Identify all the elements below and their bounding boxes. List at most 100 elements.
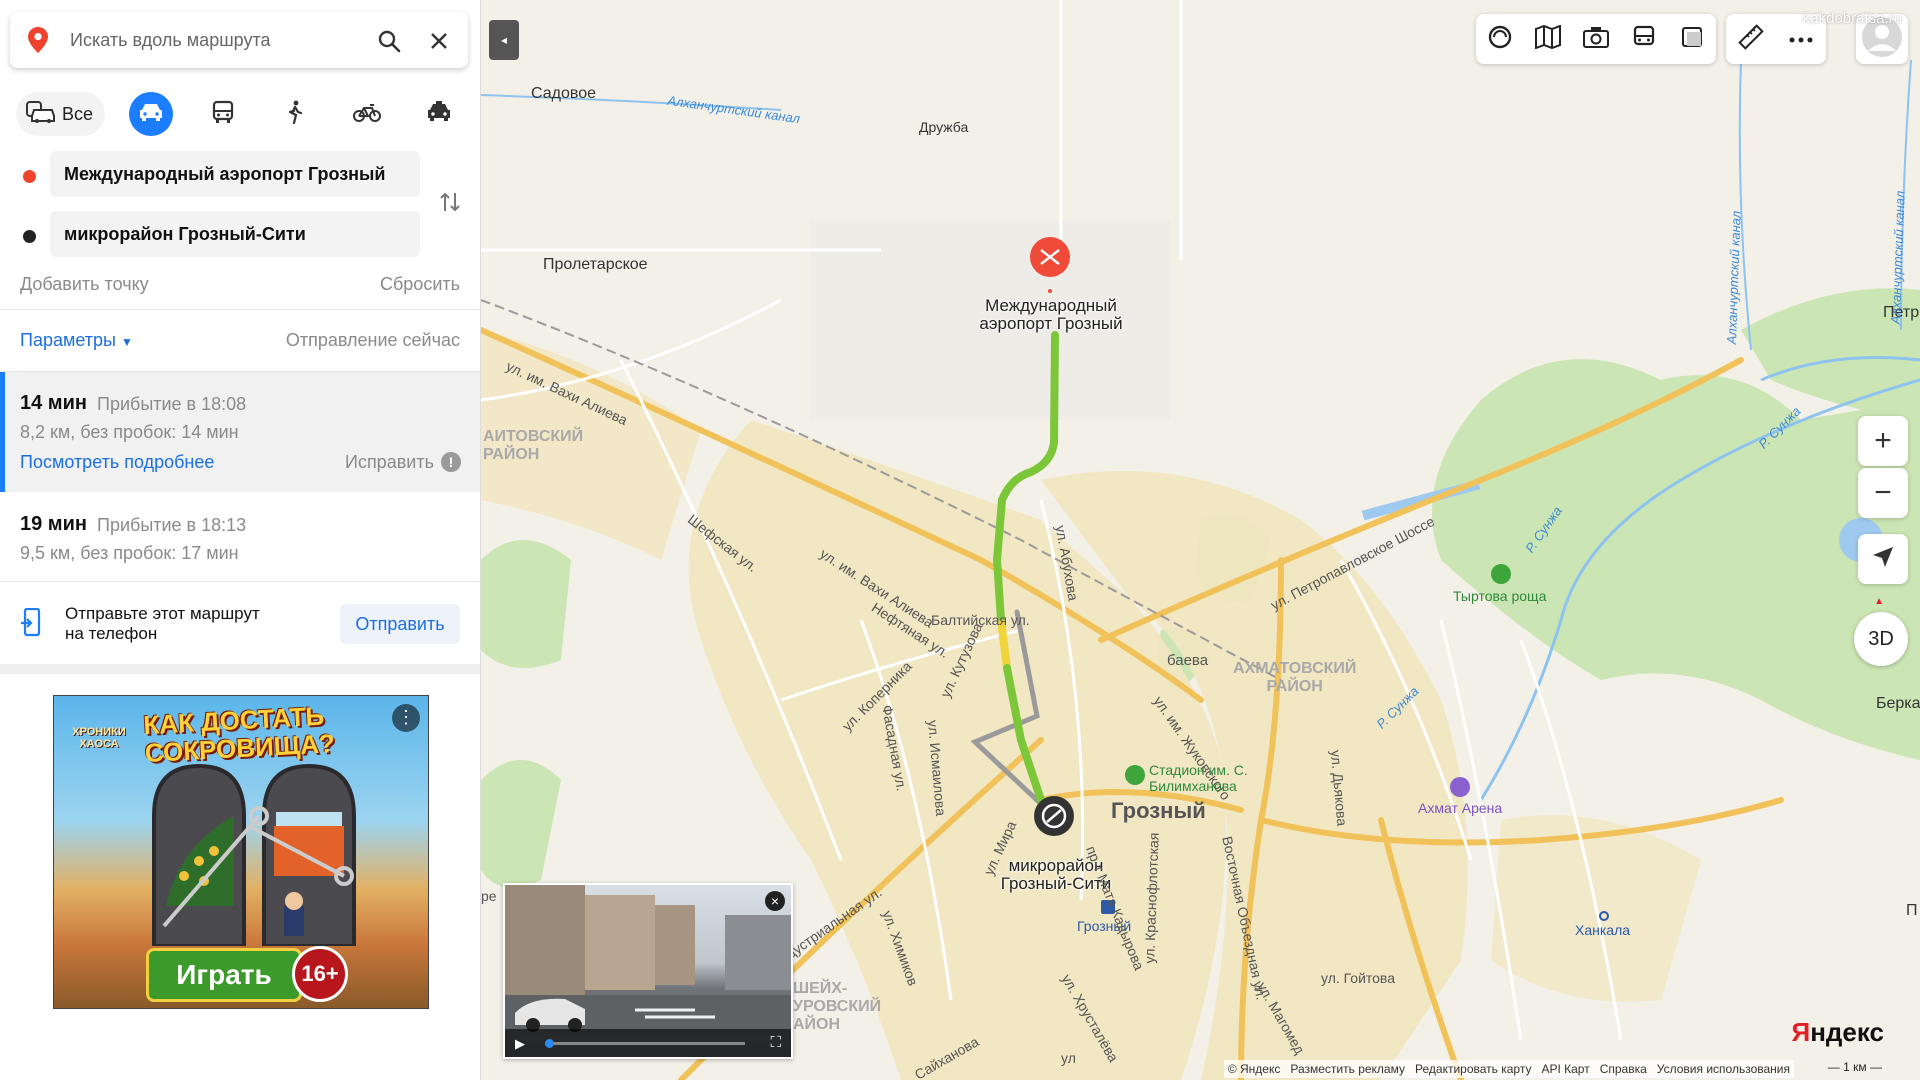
layers-button[interactable]: [1668, 14, 1716, 64]
divider: [0, 309, 480, 310]
bus-icon: [1633, 25, 1655, 54]
add-point-button[interactable]: Добавить точку: [20, 274, 149, 295]
district-label: АИТОВСКИЙ РАЙОН: [483, 428, 584, 463]
map-type-button[interactable]: [1524, 14, 1572, 64]
zoom-in-button[interactable]: +: [1858, 416, 1908, 466]
phone-icon: [20, 607, 42, 643]
ruler-button[interactable]: [1726, 14, 1776, 64]
alert-icon: !: [441, 452, 461, 472]
route-duration: 19 мин: [20, 513, 87, 535]
route-panel: Все Международный аэр: [0, 0, 481, 1080]
route-distance: 9,5 км, без пробок: 17 мин: [20, 543, 239, 563]
edit-map-link[interactable]: Редактировать карту: [1415, 1062, 1531, 1076]
bicycle-icon: [353, 102, 382, 127]
video-controls: ▶ ⛶: [505, 1029, 791, 1057]
mode-all-label: Все: [62, 103, 94, 124]
collapse-panel-button[interactable]: ◂: [489, 20, 519, 60]
panorama-button[interactable]: [1572, 14, 1620, 64]
route-arrival: Прибытие в 18:08: [97, 394, 247, 414]
route-distance: 8,2 км, без пробок: 14 мин: [20, 422, 239, 442]
map-canvas[interactable]: Садовое Дружба Пролетарское Международны…: [481, 0, 1920, 1080]
car-icon: [138, 101, 164, 128]
route-arrival: Прибытие в 18:13: [97, 515, 247, 535]
place-label: Пролетарское: [543, 256, 648, 273]
close-icon[interactable]: [424, 26, 454, 56]
ruler-icon: [1738, 23, 1764, 55]
street-label: ул. Гойтова: [1321, 970, 1395, 986]
send-text-line2: на телефон: [65, 624, 158, 643]
destination-dot-icon: [23, 230, 36, 243]
place-label: Дружба: [919, 119, 969, 135]
map-footer: © Яндекс Разместить рекламу Редактироват…: [1223, 1060, 1794, 1078]
age-rating-badge: 16+: [292, 946, 348, 1002]
section-separator: [0, 664, 480, 674]
multimodal-icon: [26, 100, 56, 129]
mode-transit-button[interactable]: [201, 92, 245, 136]
zoom-out-button[interactable]: −: [1858, 468, 1908, 518]
close-video-button[interactable]: ×: [765, 891, 785, 911]
departure-time-selector[interactable]: Отправление сейчас: [286, 330, 460, 351]
video-progress-handle[interactable]: [545, 1039, 554, 1048]
reset-button[interactable]: Сбросить: [380, 274, 460, 295]
street-label: баева: [1167, 652, 1209, 669]
my-location-button[interactable]: [1858, 534, 1908, 584]
3d-toggle-button[interactable]: 3D: [1854, 612, 1908, 666]
airport-label: Международный аэропорт Грозный: [951, 297, 1151, 333]
airport-label-line2: аэропорт Грозный: [979, 314, 1123, 333]
more-horizontal-icon: [1789, 30, 1813, 48]
help-link[interactable]: Справка: [1600, 1062, 1647, 1076]
report-route-link[interactable]: Исправить: [345, 452, 434, 473]
search-icon[interactable]: [374, 26, 404, 56]
send-to-phone-section: Отправьте этот маршрут на телефон Отправ…: [0, 582, 480, 662]
destination-field[interactable]: микрорайон Грозный-Сити: [50, 211, 420, 257]
chevron-down-icon: ▼: [120, 335, 133, 349]
stadium-label: Стадион им. С. Билимханова: [1149, 762, 1248, 794]
send-route-button[interactable]: Отправить: [340, 604, 460, 644]
district-label: ШЕЙХ- УРОВСКИЙ АЙОН: [793, 980, 882, 1033]
route-search-input[interactable]: [68, 24, 352, 56]
mode-car-button[interactable]: [129, 92, 174, 136]
ad-brand-logo: ХРОНИКИ ХАОСА: [72, 726, 126, 750]
ad-play-button[interactable]: Играть: [146, 948, 302, 1002]
map-scale: — 1 км —: [1827, 1060, 1882, 1074]
traffic-layer-button[interactable]: [1476, 14, 1524, 64]
terms-link[interactable]: Условия использования: [1657, 1062, 1790, 1076]
park-label: Тыртова роща: [1453, 588, 1547, 604]
transit-layer-button[interactable]: [1620, 14, 1668, 64]
route-option-2[interactable]: 19 мин Прибытие в 18:13 9,5 км, без проб…: [0, 493, 480, 581]
place-label: Ханкала: [1575, 922, 1631, 938]
route-option-1[interactable]: 14 мин Прибытие в 18:08 8,2 км, без проб…: [0, 372, 480, 492]
map-layers-toolbar: [1476, 14, 1716, 64]
fullscreen-icon[interactable]: ⛶: [770, 1034, 781, 1051]
route-duration: 14 мин: [20, 392, 87, 414]
origin-field[interactable]: Международный аэропорт Грозный: [50, 151, 420, 197]
ad-game-illustration: [152, 763, 356, 946]
parameters-label: Параметры: [20, 330, 116, 350]
advertisement-banner[interactable]: ХРОНИКИ ХАОСА КАК ДОСТАТЬ СОКРОВИЩА? ⋮ И…: [53, 695, 429, 1009]
more-options-icon[interactable]: ⋮: [392, 704, 420, 732]
district-label: АХМАТОВСКИЙ РАЙОН: [1233, 660, 1357, 695]
mode-bicycle-button[interactable]: [345, 92, 389, 136]
pedestrian-icon: [286, 100, 304, 129]
api-link[interactable]: API Карт: [1541, 1062, 1589, 1076]
navigation-arrow-icon: [1872, 542, 1894, 576]
compass-north-icon: ▲: [1874, 596, 1884, 607]
mode-all-button[interactable]: Все: [16, 92, 106, 136]
play-icon[interactable]: ▶: [515, 1036, 525, 1052]
mode-walk-button[interactable]: [273, 92, 317, 136]
watermark: kakdobratsa.ru: [1802, 10, 1902, 27]
panorama-video-preview[interactable]: × ▶ ⛶: [503, 883, 793, 1059]
place-label: Берка: [1876, 695, 1920, 712]
route-details-link[interactable]: Посмотреть подробнее: [20, 452, 214, 473]
swap-points-icon[interactable]: [436, 186, 464, 218]
advertise-link[interactable]: Разместить рекламу: [1290, 1062, 1405, 1076]
place-label: Садовое: [531, 85, 596, 102]
square-layer-icon: [1681, 26, 1703, 53]
video-progress-track[interactable]: [545, 1042, 745, 1045]
route-search-box: [10, 12, 468, 68]
arena-label: Ахмат Арена: [1418, 800, 1503, 816]
camera-icon: [1583, 26, 1609, 53]
origin-dot-icon: [23, 170, 36, 183]
mode-taxi-button[interactable]: [417, 92, 461, 136]
parameters-dropdown[interactable]: Параметры ▼: [20, 330, 133, 351]
